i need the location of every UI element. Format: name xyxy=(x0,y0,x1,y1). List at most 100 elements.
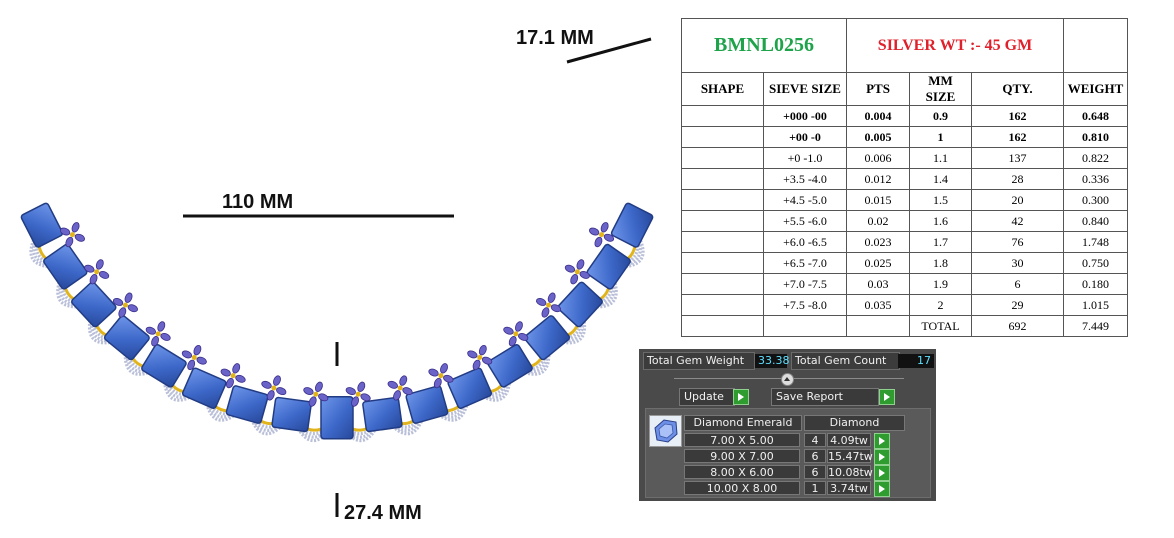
cell-shape xyxy=(681,273,764,295)
pear-accent xyxy=(536,298,547,306)
col-shape: SHAPE xyxy=(681,72,764,106)
cell-sieve: +6.0 -6.5 xyxy=(763,231,847,253)
cell-sieve: +4.5 -5.0 xyxy=(763,189,847,211)
emerald-cut-gem-icon xyxy=(649,415,682,447)
update-run-icon[interactable] xyxy=(733,389,749,405)
collapse-toggle-icon[interactable] xyxy=(781,373,794,386)
cell-mm: 1 xyxy=(909,126,972,148)
emerald-cut-stone xyxy=(141,343,187,388)
emerald-cut-stone xyxy=(271,396,312,433)
pear-accent xyxy=(160,333,171,341)
pear-accent xyxy=(98,270,110,279)
cell-pts: 0.004 xyxy=(846,105,910,127)
total-gem-count-label: Total Gem Count xyxy=(791,352,900,370)
cell-weight: 0.300 xyxy=(1063,189,1128,211)
emerald-cut-stone xyxy=(524,315,571,361)
cell-mm: 1.8 xyxy=(909,252,972,274)
accent-center xyxy=(313,391,319,397)
table-row: +6.5 -7.0 0.025 1.8 30 0.750 xyxy=(681,252,1128,274)
gem-row-run-icon[interactable] xyxy=(874,433,890,449)
pear-accent xyxy=(193,344,202,356)
pear-accent xyxy=(547,292,556,303)
gem-list: Diamond Emerald Diamond 7.00 X 5.00 4 4.09… xyxy=(645,408,931,498)
gem-thumbnail-icon xyxy=(654,419,678,443)
pear-accent xyxy=(261,380,272,389)
gem-count: 6 xyxy=(804,465,826,479)
top-width-label: 17.1 MM xyxy=(516,27,594,49)
cell-pts: 0.03 xyxy=(846,273,910,295)
empty-cell xyxy=(1063,18,1128,73)
accent-center xyxy=(271,385,277,391)
accent-center xyxy=(513,331,519,337)
cell-shape xyxy=(681,210,764,232)
cell-qty: 137 xyxy=(971,147,1064,169)
gem-row-run-icon[interactable] xyxy=(874,465,890,481)
emerald-cut-stone xyxy=(487,343,533,388)
cell-pts: 0.025 xyxy=(846,252,910,274)
cell-shape xyxy=(681,105,764,127)
total-row: TOTAL 692 7.449 xyxy=(681,315,1128,337)
table-row: +3.5 -4.0 0.012 1.4 28 0.336 xyxy=(681,168,1128,190)
pear-accent xyxy=(399,375,408,386)
pear-accent xyxy=(71,222,80,233)
cell-pts: 0.02 xyxy=(846,210,910,232)
cell-shape xyxy=(681,231,764,253)
pear-accent xyxy=(196,356,207,365)
cell-weight: 0.840 xyxy=(1063,210,1128,232)
pear-accent xyxy=(74,233,86,242)
accent-center xyxy=(122,302,128,308)
gem-count: 1 xyxy=(804,481,826,495)
gem-row-run-icon[interactable] xyxy=(874,449,890,465)
gem-size: 8.00 X 6.00 xyxy=(684,465,800,479)
cell-sieve: +5.5 -6.0 xyxy=(763,210,847,232)
cell-sieve: +00 -0 xyxy=(763,126,847,148)
pear-accent xyxy=(576,259,585,270)
cell-shape xyxy=(681,126,764,148)
emerald-cut-stone xyxy=(320,396,354,440)
span-label: 110 MM xyxy=(222,191,294,213)
cell-sieve: +3.5 -4.0 xyxy=(763,168,847,190)
cell-mm: 1.7 xyxy=(909,231,972,253)
gem-row-run-icon[interactable] xyxy=(874,481,890,497)
emerald-cut-stone xyxy=(447,367,493,409)
cell-sieve: +0 -1.0 xyxy=(763,147,847,169)
total-label: TOTAL xyxy=(909,315,972,337)
accent-center xyxy=(94,269,100,275)
pear-accent xyxy=(181,350,193,359)
cell-weight: 0.180 xyxy=(1063,273,1128,295)
cell-qty: 76 xyxy=(971,231,1064,253)
cell-mm: 1.5 xyxy=(909,189,972,211)
cell-weight: 0.648 xyxy=(1063,105,1128,127)
cell-qty: 29 xyxy=(971,294,1064,316)
table-header-row: SHAPE SIEVE SIZE PTS MM SIZE QTY. WEIGHT xyxy=(681,72,1128,106)
emerald-cut-stone xyxy=(20,202,64,248)
stone-spec-table: BMNL0256 SILVER WT :- 45 GM SHAPE SIEVE … xyxy=(681,18,1128,337)
gem-weight: 15.47tw xyxy=(827,449,873,463)
emerald-cut-stone xyxy=(610,202,654,248)
cell-pts: 0.035 xyxy=(846,294,910,316)
table-row: +7.5 -8.0 0.035 2 29 1.015 xyxy=(681,294,1128,316)
cell-shape xyxy=(681,252,764,274)
cell-weight: 0.810 xyxy=(1063,126,1128,148)
gem-count: 6 xyxy=(804,449,826,463)
accent-center xyxy=(397,385,403,391)
cell-weight: 1.015 xyxy=(1063,294,1128,316)
cell-pts: 0.023 xyxy=(846,231,910,253)
accent-center xyxy=(155,331,161,337)
pear-accent xyxy=(124,292,133,303)
pear-accent-stones xyxy=(59,222,615,407)
cell-weight: 0.336 xyxy=(1063,168,1128,190)
update-button[interactable]: Update xyxy=(679,388,735,406)
cell-qty: 30 xyxy=(971,252,1064,274)
pear-accent xyxy=(127,304,138,313)
table-row: +6.0 -6.5 0.023 1.7 76 1.748 xyxy=(681,231,1128,253)
emerald-cut-stone xyxy=(71,281,117,328)
save-report-button[interactable]: Save Report xyxy=(771,388,879,406)
accent-center xyxy=(546,302,552,308)
cell-mm: 0.9 xyxy=(909,105,972,127)
save-report-run-icon[interactable] xyxy=(879,389,895,405)
accent-center xyxy=(230,373,236,379)
gem-size: 7.00 X 5.00 xyxy=(684,433,800,447)
table-row: +7.0 -7.5 0.03 1.9 6 0.180 xyxy=(681,273,1128,295)
accent-center xyxy=(355,391,361,397)
